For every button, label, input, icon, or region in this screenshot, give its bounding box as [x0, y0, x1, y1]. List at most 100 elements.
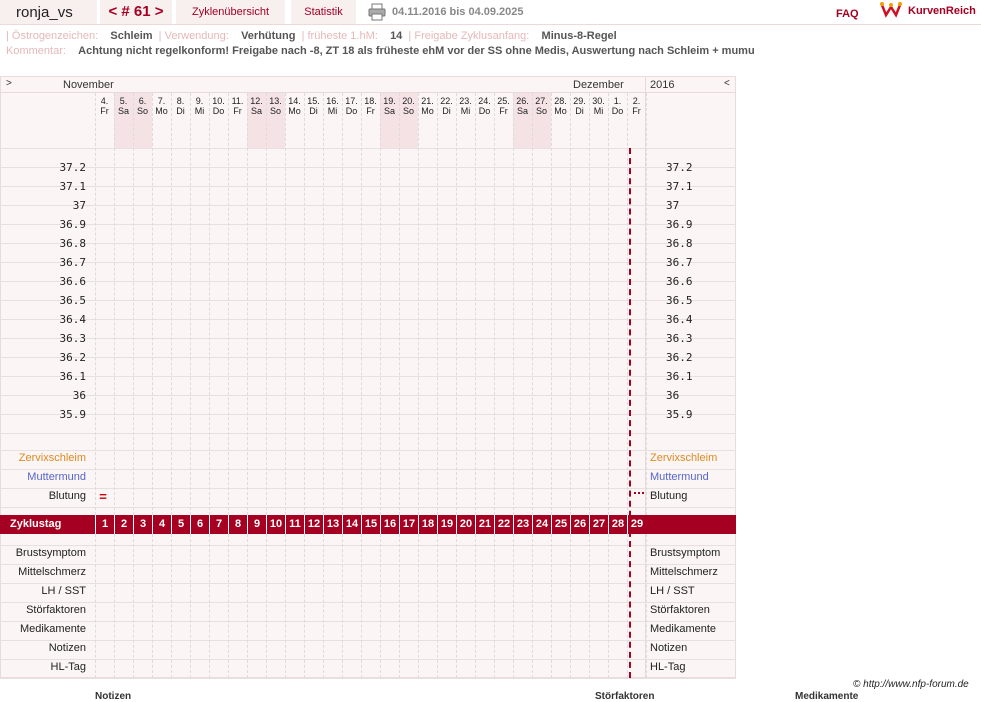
print-icon[interactable] [368, 3, 386, 21]
tab-cycle-overview[interactable]: Zyklenübersicht [176, 0, 285, 24]
nav-prev-button[interactable]: > [6, 78, 12, 89]
day-header: 13. So [266, 96, 285, 116]
grid-column-line [494, 93, 495, 515]
symptom-row-label-right: Notizen [650, 642, 688, 654]
day-header: 14. Mo [285, 96, 304, 116]
cervix-label-right: Zervixschleim [650, 452, 718, 464]
day-date: 11. [231, 96, 244, 106]
day-date: 12. [250, 96, 263, 106]
day-date: 16. [326, 96, 339, 106]
cycle-day-number: 25 [551, 515, 570, 534]
cycle-day-number: 9 [247, 515, 266, 534]
grid-row-line [0, 281, 736, 282]
day-header: 21. Mo [418, 96, 437, 116]
grid-column-line [171, 93, 172, 515]
temperature-label-left: 36.5 [59, 294, 87, 307]
day-date: 10. [212, 96, 225, 106]
grid-column-line [608, 93, 609, 515]
bleeding-marker[interactable]: = [97, 489, 109, 504]
temperature-label-right: 37 [666, 199, 680, 212]
bleeding-label-right: Blutung [650, 490, 688, 502]
day-weekday: Di [575, 106, 584, 116]
day-date: 21. [421, 96, 434, 106]
day-header: 8. Di [171, 96, 190, 116]
day-header: 22. Di [437, 96, 456, 116]
tab-statistics[interactable]: Statistik [291, 0, 356, 24]
grid-row-line [0, 469, 736, 470]
nav-next-button[interactable]: < [724, 78, 730, 89]
grid-column-line [418, 93, 419, 515]
grid-column-line [304, 534, 305, 678]
day-weekday: Sa [250, 106, 262, 116]
day-header: 29. Di [570, 96, 589, 116]
day-date: 14. [288, 96, 301, 106]
day-header: 24. Do [475, 96, 494, 116]
temperature-label-right: 36.8 [666, 237, 693, 250]
day-weekday: Sa [516, 106, 528, 116]
temperature-label-left: 36.4 [59, 313, 87, 326]
grid-column-line [285, 534, 286, 678]
cycle-day-number: 13 [323, 515, 342, 534]
grid-column-line [114, 534, 115, 678]
grid-column-line [171, 534, 172, 678]
cycle-day-number: 20 [456, 515, 475, 534]
day-header: 23. Mi [456, 96, 475, 116]
day-date: 23. [459, 96, 472, 106]
day-weekday: So [402, 106, 414, 116]
month-november: November [63, 79, 114, 91]
kurvenreich-logo-icon[interactable] [880, 1, 902, 19]
temperature-label-left: 36 [72, 389, 86, 402]
grid-row-line [0, 186, 736, 187]
bleeding-label-left: Blutung [48, 490, 86, 502]
grid-column-line [152, 93, 153, 515]
temperature-label-right: 36.2 [666, 351, 693, 364]
cycle-day-number: 26 [570, 515, 589, 534]
grid-column-line [551, 93, 552, 515]
temperature-label-right: 36.1 [666, 370, 693, 383]
comment-label: Kommentar: [6, 45, 66, 57]
faq-link[interactable]: FAQ [836, 8, 859, 20]
grid-column-line [437, 93, 438, 515]
day-date: 18. [364, 96, 377, 106]
day-date: 26. [516, 96, 529, 106]
grid-column-line [513, 534, 514, 678]
grid-column-line [380, 93, 381, 515]
day-weekday: Mo [155, 106, 168, 116]
cycle-day-number: 17 [399, 515, 418, 534]
day-header: 4. Fr [95, 96, 114, 116]
symptom-row-label-right: HL-Tag [650, 661, 686, 673]
day-weekday: Di [309, 106, 318, 116]
day-weekday: Do [611, 106, 624, 116]
cycle-day-number: 5 [171, 515, 190, 534]
grid-column-line [399, 93, 400, 515]
temperature-label-left: 37 [72, 199, 86, 212]
grid-row-line [0, 450, 736, 451]
temperature-label-right: 37.1 [666, 180, 693, 193]
grid-column-line [418, 534, 419, 678]
day-weekday: Di [442, 106, 451, 116]
day-weekday: So [136, 106, 148, 116]
grid-row-line [0, 621, 736, 622]
cycle-day-number: 1 [95, 515, 114, 534]
cycle-day-number: 3 [133, 515, 152, 534]
temperature-label-left: 36.3 [59, 332, 87, 345]
day-date: 4. [100, 96, 109, 106]
grid-column-line [361, 534, 362, 678]
day-header: 12. Sa [247, 96, 266, 116]
grid-column-line [228, 534, 229, 678]
cycle-day-number: 2 [114, 515, 133, 534]
cycle-day-label: Zyklustag [10, 518, 62, 530]
grid-column-line [342, 93, 343, 515]
day-date: 20. [402, 96, 415, 106]
usage-value: Verhütung [241, 30, 296, 42]
grid-column-line [475, 534, 476, 678]
day-date: 15. [307, 96, 320, 106]
brand-name[interactable]: KurvenReich [908, 5, 976, 17]
day-header: 11. Fr [228, 96, 247, 116]
day-weekday: Fr [632, 106, 641, 116]
grid-column-line [494, 534, 495, 678]
symptom-row-label-right: LH / SST [650, 585, 695, 597]
cycle-navigator[interactable]: < # 61 > [100, 0, 172, 24]
grid-column-line [608, 534, 609, 678]
cycle-day-number: 14 [342, 515, 361, 534]
